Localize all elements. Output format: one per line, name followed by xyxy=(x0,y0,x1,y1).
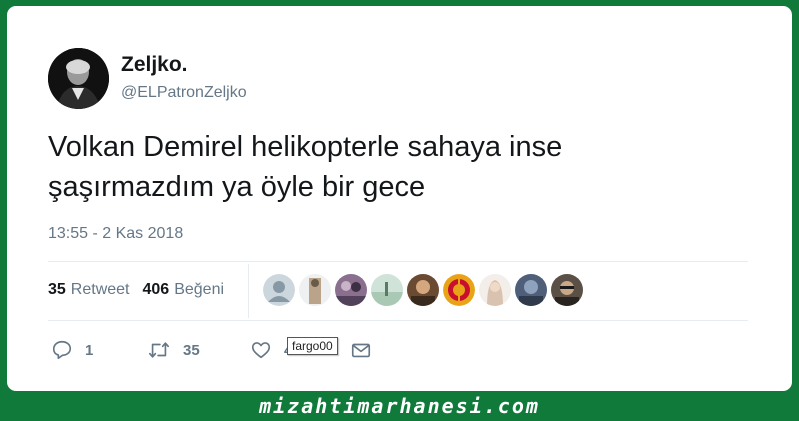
like-stat-count: 406 xyxy=(142,281,170,298)
retweet-stat-label: Retweet xyxy=(70,281,130,298)
galatasaray-logo-icon xyxy=(443,274,475,306)
author-handle[interactable]: @ELPatronZeljko xyxy=(121,84,247,102)
retweet-stat[interactable]: 35 Retweet xyxy=(48,281,130,299)
liker-avatar[interactable] xyxy=(443,274,475,306)
user-photo-icon xyxy=(407,274,439,306)
like-stat[interactable]: 406 Beğeni xyxy=(143,281,225,299)
reply-button[interactable]: 1 xyxy=(51,336,93,364)
watermark-text: mizahtimarhanesi.com xyxy=(259,394,540,418)
author-display-name[interactable]: Zeljko. xyxy=(121,53,188,77)
envelope-icon xyxy=(351,343,371,358)
retweet-count: 35 xyxy=(183,341,200,359)
reply-icon xyxy=(52,340,72,360)
tweet-stats: 35 Retweet 406 Beğeni xyxy=(48,281,237,299)
user-photo-icon xyxy=(551,274,583,306)
liker-avatar[interactable] xyxy=(479,274,511,306)
liker-avatar[interactable] xyxy=(371,274,403,306)
tweet-text-line: şaşırmazdım ya öyle bir gece xyxy=(48,171,426,203)
user-photo-icon xyxy=(479,274,511,306)
stats-separator xyxy=(248,264,249,318)
tweet-actions: 1 35 406 xyxy=(48,336,448,364)
username-tooltip: fargo00 xyxy=(287,337,338,355)
liker-avatar[interactable] xyxy=(515,274,547,306)
user-photo-icon xyxy=(515,274,547,306)
tweet: Zeljko. @ELPatronZeljko Volkan Demirel h… xyxy=(7,6,792,391)
default-avatar-icon xyxy=(263,274,295,306)
tweet-timestamp[interactable]: 13:55 - 2 Kas 2018 xyxy=(48,225,183,243)
author-avatar[interactable] xyxy=(48,48,109,109)
liker-avatars xyxy=(263,274,583,306)
divider xyxy=(48,320,748,321)
reply-count: 1 xyxy=(85,341,94,359)
retweet-icon xyxy=(149,342,169,358)
tweet-text-line: Volkan Demirel helikopterle sahaya inse xyxy=(48,131,563,163)
user-photo-icon xyxy=(299,274,331,306)
liker-avatar[interactable] xyxy=(335,274,367,306)
liker-avatar[interactable] xyxy=(551,274,583,306)
divider xyxy=(48,261,748,262)
liker-avatar[interactable] xyxy=(407,274,439,306)
liker-avatar[interactable] xyxy=(299,274,331,306)
avatar-photo-icon xyxy=(48,48,109,109)
user-photo-icon xyxy=(335,274,367,306)
direct-message-button[interactable] xyxy=(350,336,372,364)
retweet-stat-count: 35 xyxy=(48,281,66,298)
user-photo-icon xyxy=(371,274,403,306)
liker-avatar[interactable] xyxy=(263,274,295,306)
retweet-button[interactable]: 35 xyxy=(147,336,200,364)
heart-icon xyxy=(251,342,271,359)
tweet-text: Volkan Demirel helikopterle sahaya inse … xyxy=(48,127,748,207)
like-stat-label: Beğeni xyxy=(174,281,225,298)
tweet-card: Zeljko. @ELPatronZeljko Volkan Demirel h… xyxy=(7,6,792,391)
